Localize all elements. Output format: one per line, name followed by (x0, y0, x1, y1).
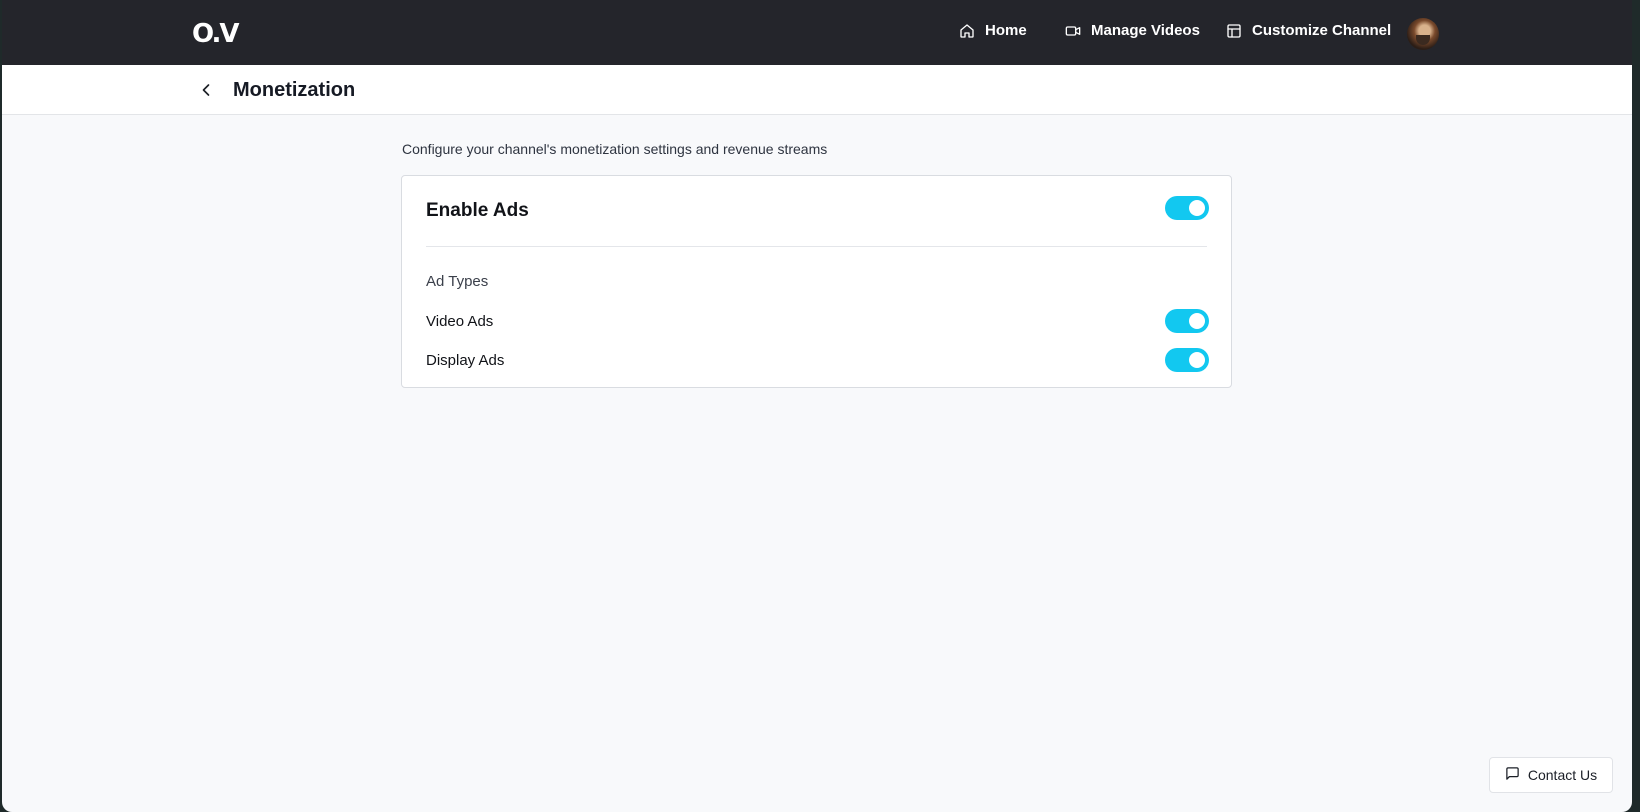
nav-manage-videos-label: Manage Videos (1091, 22, 1200, 39)
nav-customize-channel-label: Customize Channel (1252, 22, 1392, 39)
chevron-left-icon (202, 84, 210, 96)
toggle-knob (1189, 200, 1205, 216)
nav-home-label: Home (985, 22, 1027, 39)
video-ads-toggle[interactable] (1165, 309, 1209, 333)
nav-customize-channel[interactable]: Customize Channel (1226, 22, 1391, 39)
message-square-icon (1505, 766, 1520, 784)
display-ads-label: Display Ads (426, 352, 505, 369)
contact-us-label: Contact Us (1527, 767, 1598, 783)
video-camera-icon (1065, 23, 1081, 39)
logo[interactable]: O.V (192, 19, 240, 49)
display-ads-toggle[interactable] (1165, 348, 1209, 372)
ad-types-label: Ad Types (426, 273, 489, 290)
enable-ads-toggle[interactable] (1165, 196, 1209, 220)
home-icon (959, 23, 975, 39)
contact-us-button[interactable]: Contact Us (1489, 757, 1613, 793)
back-button[interactable] (196, 80, 216, 100)
toggle-knob (1189, 352, 1205, 368)
page-header: Monetization (2, 65, 1632, 115)
enable-ads-title: Enable Ads (426, 200, 529, 221)
top-navigation-bar: O.V Home Manage Videos Customize Channel (2, 0, 1632, 65)
toggle-knob (1189, 313, 1205, 329)
page-description: Configure your channel's monetization se… (402, 141, 828, 157)
monetization-card: Enable Ads Ad Types Video Ads Display Ad… (401, 175, 1232, 388)
app-window: O.V Home Manage Videos Customize Channel… (2, 0, 1632, 812)
page-title: Monetization (233, 79, 356, 101)
video-ads-label: Video Ads (426, 313, 494, 330)
divider (426, 246, 1207, 247)
avatar-image-detail (1416, 35, 1430, 45)
user-avatar[interactable] (1407, 18, 1439, 50)
nav-home[interactable]: Home (959, 22, 1027, 39)
layout-icon (1226, 23, 1242, 39)
nav-manage-videos[interactable]: Manage Videos (1065, 22, 1200, 39)
